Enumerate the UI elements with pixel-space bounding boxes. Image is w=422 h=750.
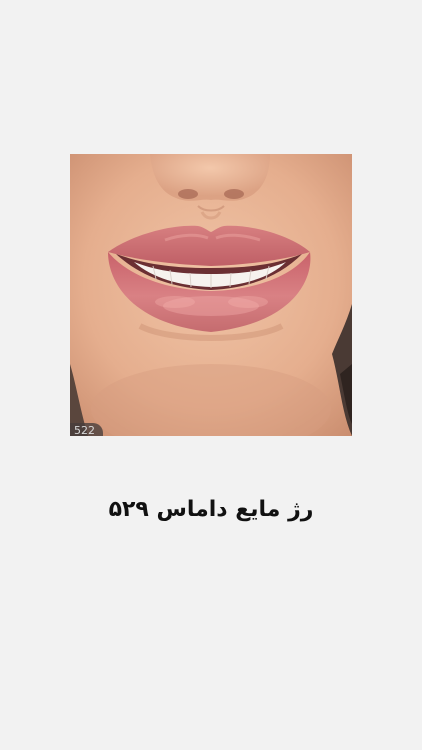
product-photo: 522 bbox=[70, 154, 352, 436]
photo-badge: 522 bbox=[70, 423, 103, 436]
lips-photo-icon bbox=[70, 154, 352, 436]
product-caption: رژ مایع داماس ۵۲۹ bbox=[108, 497, 314, 522]
